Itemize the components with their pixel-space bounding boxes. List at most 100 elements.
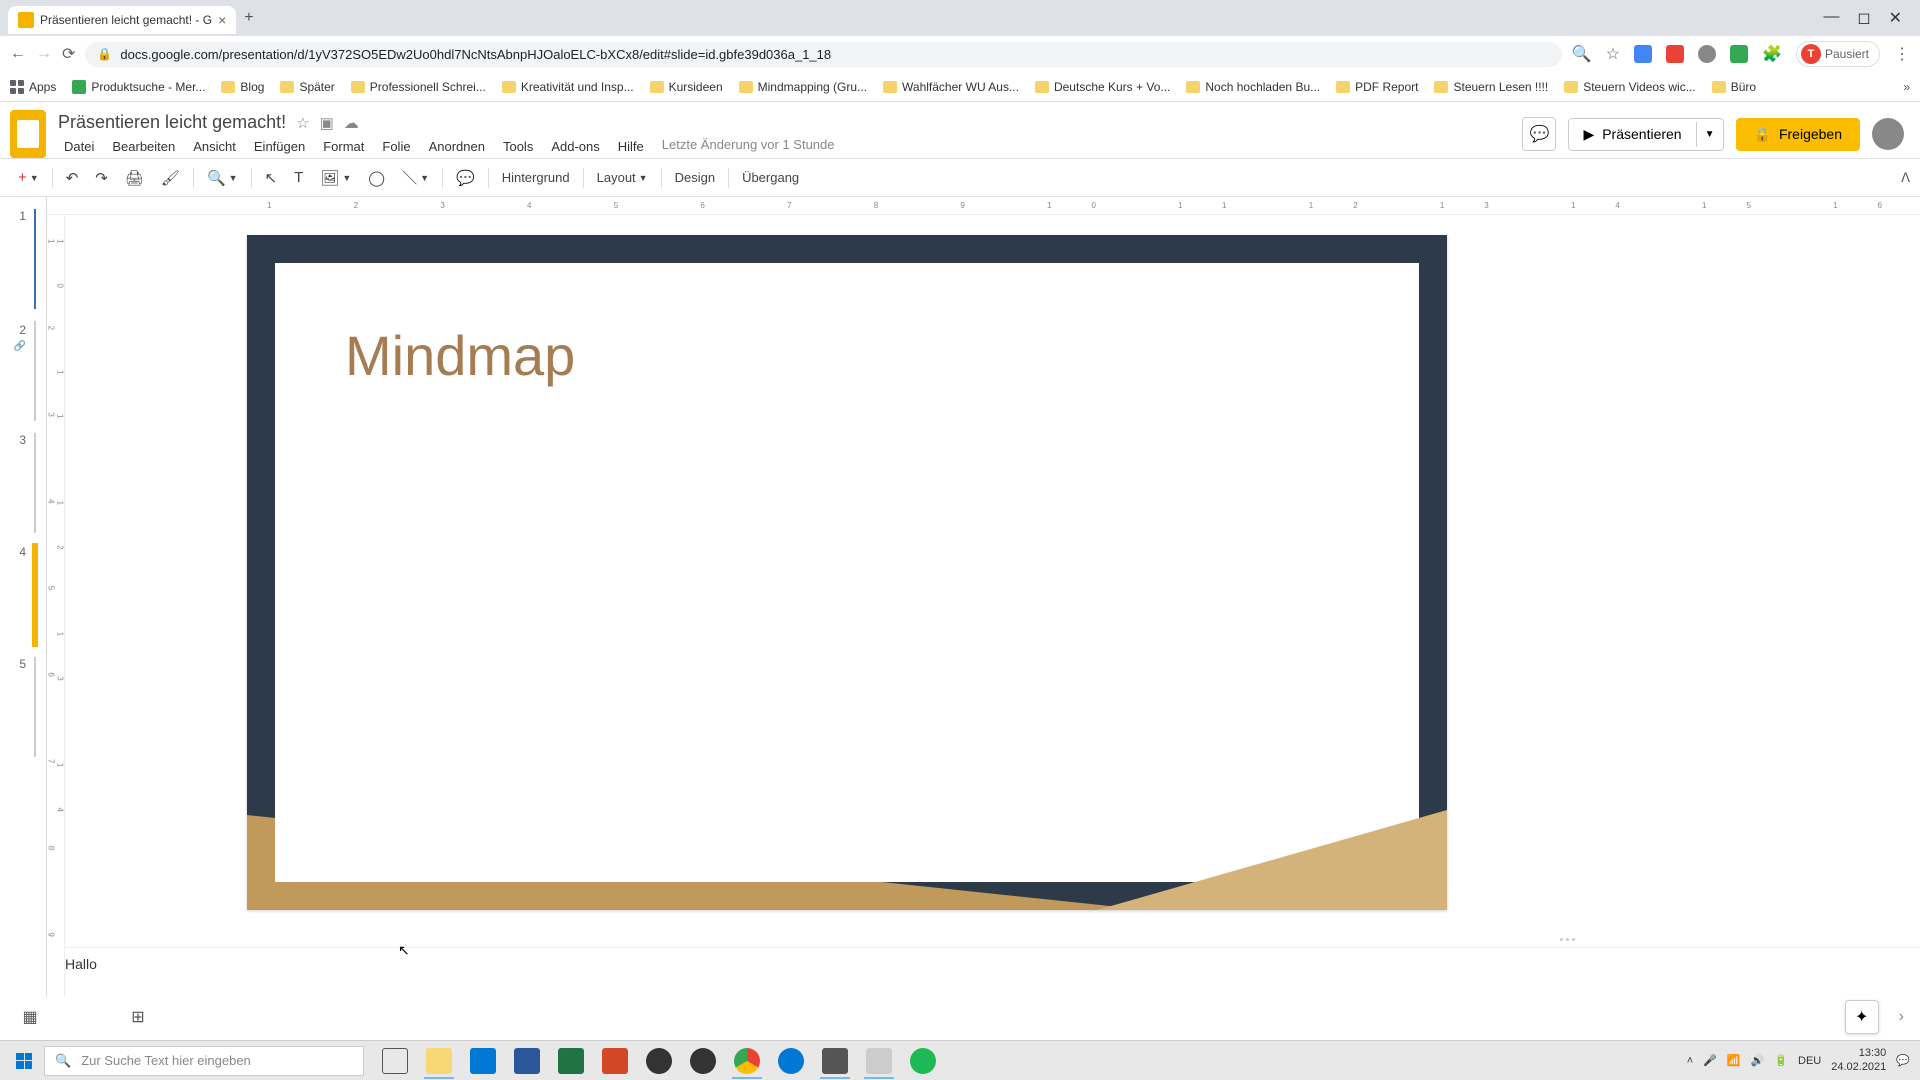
profile-chip[interactable]: T Pausiert [1796, 41, 1880, 67]
bookmark-item[interactable]: Später [280, 80, 334, 94]
taskbar-spotify[interactable] [902, 1043, 944, 1079]
extension-icon[interactable] [1730, 45, 1748, 63]
apps-button[interactable]: Apps [10, 80, 56, 94]
document-title[interactable]: Präsentieren leicht gemacht! [58, 112, 286, 133]
bookmark-item[interactable]: Deutsche Kurs + Vo... [1035, 80, 1170, 94]
explore-button[interactable]: ✦ [1845, 1000, 1879, 1034]
move-icon[interactable]: ▣ [320, 114, 334, 132]
battery-icon[interactable]: 🔋 [1774, 1054, 1788, 1067]
tray-chevron-icon[interactable]: ˄ [1687, 1055, 1693, 1067]
minimize-icon[interactable]: — [1823, 8, 1839, 28]
taskbar-app[interactable] [550, 1043, 592, 1079]
image-tool[interactable]: 🖼▼ [312, 163, 359, 193]
account-avatar[interactable] [1872, 118, 1904, 150]
bookmark-item[interactable]: PDF Report [1336, 80, 1418, 94]
bookmark-item[interactable]: Mindmapping (Gru... [739, 80, 867, 94]
grid-view-icon[interactable]: ⊞ [124, 1003, 152, 1031]
share-button[interactable]: 🔒 Freigeben [1736, 118, 1860, 151]
speaker-notes[interactable]: Hallo [47, 947, 1920, 997]
taskbar-app[interactable] [418, 1043, 460, 1079]
menu-format[interactable]: Format [317, 137, 370, 156]
url-field[interactable]: 🔒 docs.google.com/presentation/d/1yV372S… [85, 42, 1561, 67]
taskbar-chrome[interactable] [726, 1043, 768, 1079]
windows-search[interactable]: 🔍 Zur Suche Text hier eingeben [44, 1046, 364, 1076]
paint-format-button[interactable]: 🖌 [153, 163, 188, 193]
tab-close-icon[interactable]: × [218, 12, 226, 28]
select-tool[interactable]: ↖ [257, 163, 286, 193]
slide-thumbnail[interactable]: Formen einfügen 7 ✖ [34, 433, 36, 533]
taskbar-app[interactable] [594, 1043, 636, 1079]
bookmark-item[interactable]: Steuern Videos wic... [1564, 80, 1696, 94]
canvas-container[interactable]: Mindmap [47, 215, 1920, 933]
print-button[interactable]: 🖨 [117, 163, 152, 193]
taskbar-app[interactable] [638, 1043, 680, 1079]
bookmark-item[interactable]: Kreativität und Insp... [502, 80, 634, 94]
undo-button[interactable]: ↶ [58, 163, 87, 193]
slide-thumbnail[interactable]: Erste Folie – Beispiel [34, 657, 36, 757]
star-icon[interactable]: ☆ [296, 114, 309, 132]
mic-icon[interactable]: 🎤 [1703, 1054, 1717, 1067]
transition-button[interactable]: Übergang [734, 164, 807, 191]
menu-addons[interactable]: Add-ons [545, 137, 605, 156]
new-slide-button[interactable]: +▼ [10, 163, 47, 192]
zoom-button[interactable]: 🔍▼ [199, 163, 246, 193]
last-edit-text[interactable]: Letzte Änderung vor 1 Stunde [662, 137, 835, 156]
bookmark-item[interactable]: Professionell Schrei... [351, 80, 486, 94]
present-dropdown[interactable]: ▼ [1696, 122, 1723, 147]
language-indicator[interactable]: DEU [1798, 1055, 1821, 1067]
browser-tab[interactable]: Präsentieren leicht gemacht! - G × [8, 6, 236, 34]
slide-title[interactable]: Mindmap [345, 323, 575, 388]
bookmark-item[interactable]: Steuern Lesen !!!! [1434, 80, 1548, 94]
bookmark-item[interactable]: Produktsuche - Mer... [72, 80, 205, 94]
textbox-tool[interactable]: T [286, 163, 311, 192]
layout-button[interactable]: Layout▼ [589, 164, 656, 191]
present-button[interactable]: ▶ Präsentieren [1569, 119, 1695, 150]
notifications-icon[interactable]: 💬 [1896, 1054, 1910, 1067]
slide-thumbnail[interactable]: Bilder und Grafiken [34, 321, 36, 421]
menu-slide[interactable]: Folie [376, 137, 416, 156]
slide-thumbnail[interactable]: Präsentieren leicht gemacht! [34, 209, 36, 309]
zoom-icon[interactable]: 🔍 [1572, 44, 1592, 64]
slides-logo-icon[interactable] [10, 110, 46, 158]
new-tab-button[interactable]: + [244, 9, 253, 27]
back-icon[interactable]: ← [10, 45, 26, 63]
taskbar-app[interactable] [770, 1043, 812, 1079]
menu-icon[interactable]: ⋮ [1894, 44, 1910, 64]
bookmark-overflow-icon[interactable]: » [1903, 80, 1910, 94]
bookmark-item[interactable]: Wahlfächer WU Aus... [883, 80, 1019, 94]
design-button[interactable]: Design [667, 164, 723, 191]
side-panel-toggle-icon[interactable]: › [1899, 1008, 1904, 1026]
reload-icon[interactable]: ⟳ [62, 44, 75, 64]
slide-panel[interactable]: 1 Präsentieren leicht gemacht! 2 🔗 Bilde… [0, 197, 47, 997]
bookmark-item[interactable]: Noch hochladen Bu... [1186, 80, 1320, 94]
taskbar-app[interactable] [858, 1043, 900, 1079]
bookmark-star-icon[interactable]: ☆ [1606, 44, 1620, 64]
forward-icon[interactable]: → [36, 45, 52, 63]
bookmark-item[interactable]: Kursideen [650, 80, 723, 94]
extension-icon[interactable] [1634, 45, 1652, 63]
taskbar-app[interactable] [462, 1043, 504, 1079]
menu-file[interactable]: Datei [58, 137, 100, 156]
comments-button[interactable]: 💬 [1522, 117, 1556, 151]
maximize-icon[interactable]: ◻ [1857, 8, 1870, 28]
slide-thumbnail-active[interactable]: Mindmap [34, 545, 36, 645]
menu-help[interactable]: Hilfe [612, 137, 650, 156]
close-icon[interactable]: ✕ [1889, 8, 1902, 28]
volume-icon[interactable]: 🔊 [1751, 1054, 1765, 1067]
redo-button[interactable]: ↷ [87, 163, 116, 193]
comment-tool[interactable]: 💬 [448, 163, 483, 193]
taskbar-app[interactable] [682, 1043, 724, 1079]
bookmark-item[interactable]: Büro [1712, 80, 1756, 94]
bookmark-item[interactable]: Blog [221, 80, 264, 94]
menu-arrange[interactable]: Anordnen [423, 137, 491, 156]
slide-content[interactable]: Mindmap [275, 263, 1419, 882]
line-tool[interactable]: ＼▼ [394, 161, 437, 194]
background-button[interactable]: Hintergrund [494, 164, 578, 191]
clock[interactable]: 13:30 24.02.2021 [1831, 1047, 1886, 1073]
notes-resize-handle[interactable] [47, 933, 1920, 947]
menu-insert[interactable]: Einfügen [248, 137, 311, 156]
task-view-icon[interactable] [374, 1043, 416, 1079]
extensions-icon[interactable]: 🧩 [1762, 44, 1782, 64]
taskbar-app[interactable] [506, 1043, 548, 1079]
menu-edit[interactable]: Bearbeiten [106, 137, 181, 156]
